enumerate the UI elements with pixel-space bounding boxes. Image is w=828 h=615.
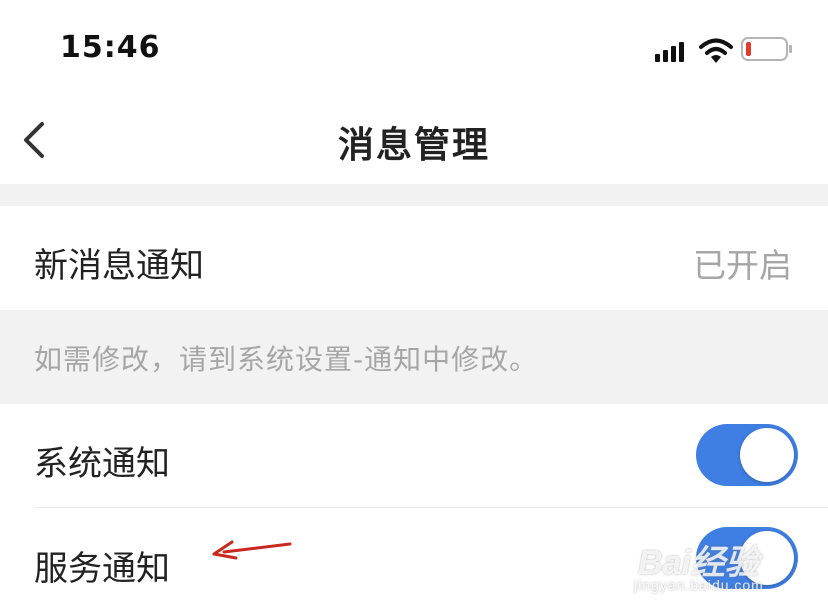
new-message-notification-label: 新消息通知 bbox=[34, 246, 204, 286]
hint-section: 如需修改，请到系统设置-通知中修改。 bbox=[0, 310, 828, 404]
page-title: 消息管理 bbox=[337, 125, 490, 166]
battery-low-icon bbox=[741, 37, 792, 61]
service-notification-row: 服务通知 bbox=[0, 508, 828, 615]
section-gap bbox=[0, 184, 828, 206]
system-notification-row: 系统通知 bbox=[0, 404, 828, 508]
system-notification-label: 系统通知 bbox=[34, 444, 170, 484]
new-message-status-value: 已开启 bbox=[693, 246, 792, 285]
service-notification-label: 服务通知 bbox=[34, 549, 170, 589]
system-notification-toggle[interactable] bbox=[696, 424, 798, 486]
hint-text: 如需修改，请到系统设置-通知中修改。 bbox=[34, 343, 539, 376]
wifi-icon bbox=[699, 38, 733, 63]
service-notification-toggle[interactable] bbox=[696, 527, 798, 589]
red-arrow-icon bbox=[212, 540, 292, 560]
status-time: 15:46 bbox=[60, 30, 161, 65]
toggle-knob bbox=[740, 428, 794, 482]
cellular-signal-icon bbox=[655, 42, 684, 62]
nav-bar: 消息管理 bbox=[0, 96, 828, 184]
status-bar: 15:46 bbox=[0, 0, 828, 96]
new-message-notification-row[interactable]: 新消息通知 已开启 bbox=[0, 206, 828, 310]
toggle-knob bbox=[740, 531, 794, 585]
